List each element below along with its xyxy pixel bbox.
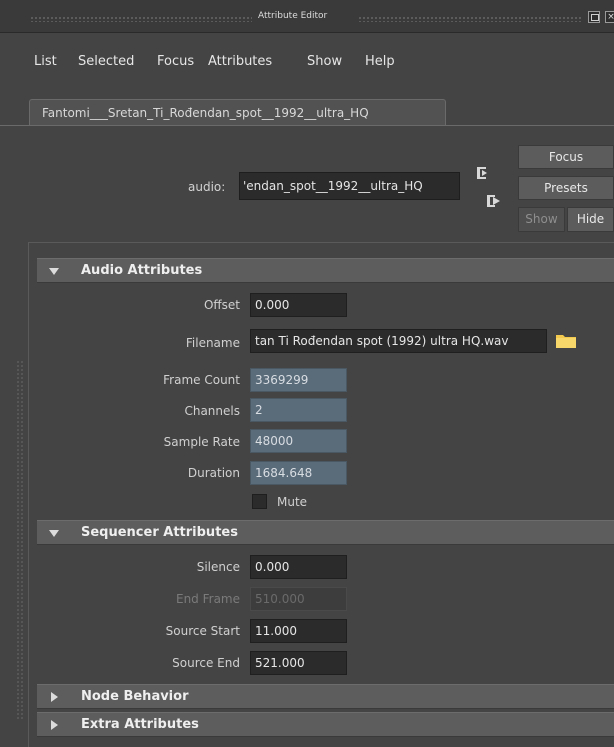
node-name-field[interactable]: 'endan_spot__1992__ultra_HQ (239, 172, 460, 200)
source-end-field[interactable]: 521.000 (250, 651, 347, 675)
triangle-right-icon (51, 720, 58, 730)
folder-icon[interactable] (555, 333, 577, 349)
menu-help[interactable]: Help (365, 54, 395, 69)
drag-handle-left[interactable] (30, 16, 252, 22)
sample-rate-field: 48000 (250, 429, 347, 453)
end-frame-field: 510.000 (250, 587, 347, 611)
source-start-field[interactable]: 11.000 (250, 619, 347, 643)
input-arrow-icon[interactable] (476, 165, 492, 181)
section-audio-attributes[interactable]: Audio Attributes (37, 258, 614, 283)
section-node-behavior[interactable]: Node Behavior (37, 684, 614, 709)
triangle-down-icon (49, 530, 59, 537)
source-start-label: Source Start (165, 624, 240, 638)
triangle-down-icon (49, 268, 59, 275)
menu-selected[interactable]: Selected (78, 54, 134, 69)
channels-label: Channels (184, 404, 240, 418)
scroll-grip[interactable] (16, 360, 24, 720)
end-frame-label: End Frame (175, 592, 240, 606)
window-title: Attribute Editor (258, 11, 328, 21)
output-arrow-icon[interactable] (486, 193, 502, 209)
silence-label: Silence (196, 560, 240, 574)
filename-label: Filename (185, 336, 240, 350)
menu-show[interactable]: Show (307, 54, 342, 69)
silence-field[interactable]: 0.000 (250, 555, 347, 579)
offset-field[interactable]: 0.000 (250, 293, 347, 317)
frame-count-field: 3369299 (250, 368, 347, 392)
tab-node[interactable]: Fantomi___Sretan_Ti_Rođendan_spot__1992_… (29, 99, 446, 126)
node-type-label: audio: (188, 180, 226, 194)
menu-attributes[interactable]: Attributes (208, 54, 272, 69)
section-title: Sequencer Attributes (81, 525, 238, 540)
triangle-right-icon (51, 692, 58, 702)
presets-button[interactable]: Presets (518, 176, 614, 200)
sample-rate-label: Sample Rate (163, 435, 240, 449)
section-title: Audio Attributes (81, 263, 203, 278)
focus-button[interactable]: Focus (518, 145, 614, 169)
source-end-label: Source End (172, 656, 240, 670)
section-sequencer-attributes[interactable]: Sequencer Attributes (37, 520, 614, 545)
tab-divider (0, 125, 614, 126)
menu-list[interactable]: List (34, 54, 57, 69)
section-title: Node Behavior (81, 689, 189, 704)
float-window-icon[interactable] (588, 11, 600, 23)
mute-checkbox[interactable] (252, 494, 267, 509)
show-button[interactable]: Show (518, 207, 565, 232)
duration-label: Duration (187, 466, 240, 480)
frame-count-label: Frame Count (163, 373, 240, 387)
section-title: Extra Attributes (81, 717, 199, 732)
hide-button[interactable]: Hide (567, 207, 614, 232)
filename-field[interactable]: tan Ti Rođendan spot (1992) ultra HQ.wav (250, 329, 547, 353)
duration-field: 1684.648 (250, 461, 347, 485)
section-extra-attributes[interactable]: Extra Attributes (37, 712, 614, 737)
mute-label: Mute (277, 495, 308, 509)
close-icon[interactable]: × (605, 11, 614, 23)
menu-focus[interactable]: Focus (157, 54, 194, 69)
title-bar[interactable]: Attribute Editor × (0, 0, 614, 33)
drag-handle-right[interactable] (358, 16, 582, 22)
offset-label: Offset (203, 298, 240, 312)
channels-field: 2 (250, 398, 347, 422)
